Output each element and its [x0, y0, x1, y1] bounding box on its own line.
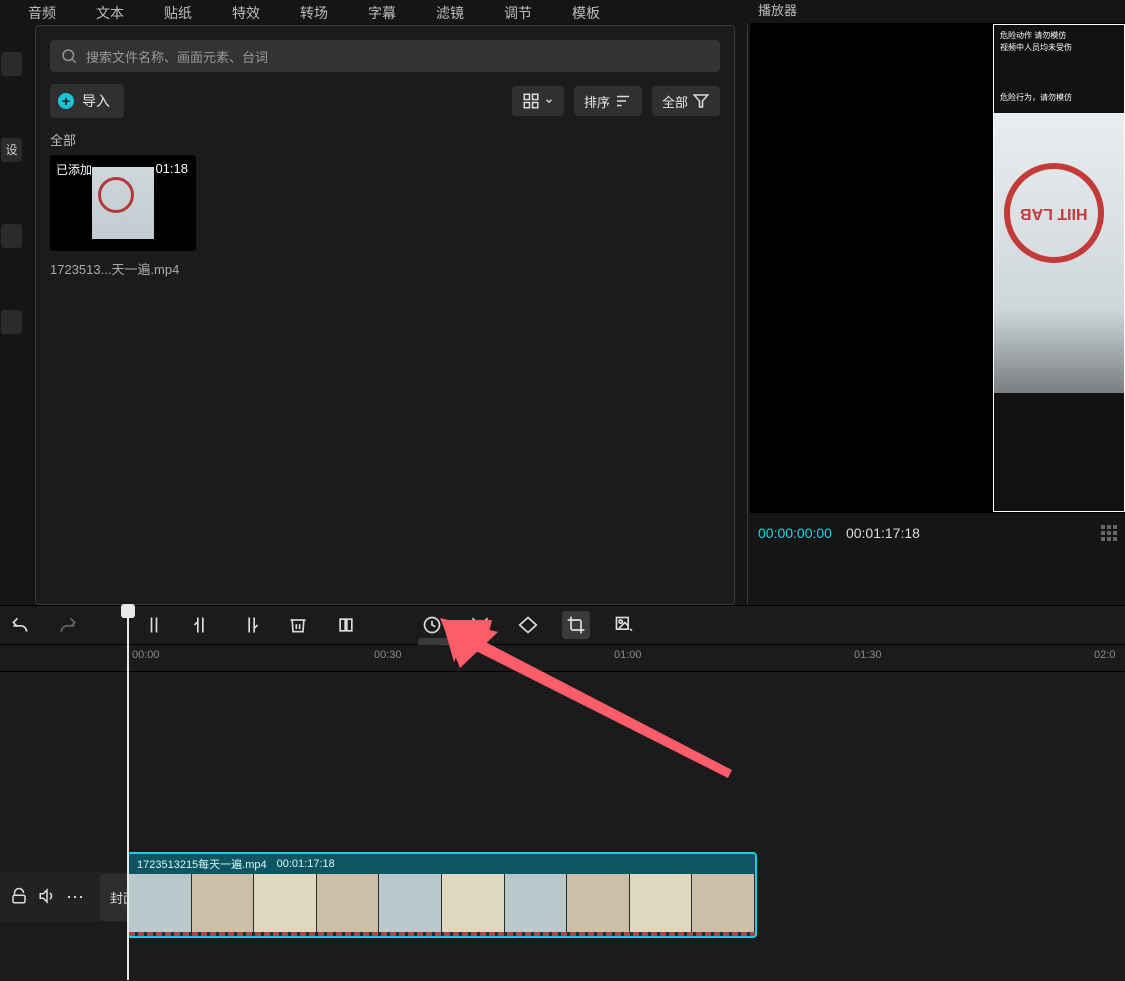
side-chip-4[interactable] — [1, 310, 22, 334]
search-input[interactable]: 搜索文件名称、画面元素、台词 — [50, 40, 720, 72]
media-clip[interactable]: 已添加 01:18 1723513...天一遍.mp4 — [50, 155, 196, 278]
media-section-label: 全部 — [50, 130, 720, 149]
search-placeholder: 搜索文件名称、画面元素、台词 — [86, 47, 268, 66]
timeline-clip[interactable]: 1723513215每天一遍.mp4 00:01:17:18 — [127, 852, 757, 938]
mirror-button[interactable] — [466, 611, 494, 639]
mute-toggle[interactable] — [38, 887, 56, 908]
speed-button[interactable] — [418, 611, 446, 639]
preview-stage[interactable]: 危险动作 请勿模仿 视频中人员均未受伤 危险行为，请勿模仿 HIIT LAB — [750, 23, 1125, 513]
timeline-clip-name: 1723513215每天一遍.mp4 — [137, 856, 267, 872]
track-area[interactable]: ⋯ 封面 1723513215每天一遍.mp4 00:01:17:18 — [0, 671, 1125, 981]
sort-button[interactable]: 排序 — [574, 86, 642, 116]
import-label: 导入 — [82, 91, 110, 111]
tab-text[interactable]: 文本 — [76, 3, 144, 23]
filter-icon — [692, 92, 710, 110]
timeline-ruler[interactable]: 00:00 00:30 01:00 01:30 02:0 — [0, 645, 1125, 671]
preview-canvas: 危险动作 请勿模仿 视频中人员均未受伤 危险行为，请勿模仿 HIIT LAB — [993, 24, 1125, 512]
filter-button[interactable]: 全部 — [652, 86, 720, 116]
timeline-toolbar: 调整大小 — [0, 605, 1125, 645]
tab-sticker[interactable]: 贴纸 — [144, 3, 212, 23]
lock-icon — [10, 887, 28, 905]
tab-subtitle[interactable]: 字幕 — [348, 3, 416, 23]
delete-button[interactable] — [284, 611, 312, 639]
undo-icon — [10, 615, 30, 635]
compare-grid-icon[interactable] — [1101, 525, 1117, 541]
playhead[interactable] — [127, 604, 129, 980]
preview-warning-1: 危险动作 请勿模仿 — [994, 25, 1124, 41]
speed-icon — [422, 615, 442, 635]
preview-warning-3: 危险行为，请勿模仿 — [994, 52, 1124, 103]
delete-right-button[interactable] — [236, 611, 264, 639]
preview-logo-stamp: HIIT LAB — [1004, 163, 1104, 263]
crop-button[interactable] — [562, 611, 590, 639]
media-clip-thumb: 已添加 01:18 — [50, 155, 196, 251]
delete-right-icon — [240, 615, 260, 635]
rotate-icon — [518, 615, 538, 635]
filter-label: 全部 — [662, 92, 688, 111]
ruler-mark: 00:30 — [374, 649, 402, 661]
media-clip-badge: 已添加 — [56, 161, 92, 178]
timeline-clip-header: 1723513215每天一遍.mp4 00:01:17:18 — [129, 854, 755, 874]
ruler-mark: 02:0 — [1094, 649, 1115, 661]
ruler-mark: 01:00 — [614, 649, 642, 661]
tab-audio[interactable]: 音频 — [8, 3, 76, 23]
total-time: 00:01:17:18 — [846, 525, 920, 541]
lock-toggle[interactable] — [10, 887, 28, 908]
side-chip-1[interactable] — [1, 52, 22, 76]
search-icon — [60, 47, 78, 65]
trash-icon — [288, 615, 308, 635]
preview-title: 播放器 — [750, 0, 1125, 23]
tab-template[interactable]: 模板 — [552, 3, 620, 23]
rotate-button[interactable] — [514, 611, 542, 639]
grid-icon — [522, 92, 540, 110]
smart-tool-button[interactable] — [610, 611, 638, 639]
import-button[interactable]: + 导入 — [50, 84, 124, 118]
view-mode-button[interactable] — [512, 86, 564, 116]
timeline-clip-audio — [129, 932, 755, 938]
side-chip-2[interactable]: 设 — [1, 138, 22, 162]
timeline-clip-thumbs — [129, 874, 755, 932]
mirror-icon — [470, 615, 490, 635]
split-icon — [144, 615, 164, 635]
redo-icon — [58, 615, 78, 635]
redo-button[interactable] — [54, 611, 82, 639]
left-side-chips: 设 — [0, 25, 23, 605]
sort-label: 排序 — [584, 92, 610, 111]
media-panel: 搜索文件名称、画面元素、台词 + 导入 排序 全部 — [35, 25, 735, 605]
current-time: 00:00:00:00 — [758, 525, 832, 541]
sound-icon — [38, 887, 56, 905]
crop-icon — [566, 615, 586, 635]
image-audio-icon — [614, 615, 634, 635]
preview-timecodes: 00:00:00:00 00:01:17:18 — [750, 525, 1125, 541]
ruler-mark: 00:00 — [132, 649, 160, 661]
tab-adjust[interactable]: 调节 — [484, 3, 552, 23]
chevron-down-icon — [544, 96, 554, 106]
delete-left-button[interactable] — [188, 611, 216, 639]
tab-filter[interactable]: 滤镜 — [416, 3, 484, 23]
split-button[interactable] — [140, 611, 168, 639]
media-clip-time: 01:18 — [155, 161, 188, 176]
tab-transition[interactable]: 转场 — [280, 3, 348, 23]
media-clip-name: 1723513...天一遍.mp4 — [50, 259, 196, 278]
preview-panel: 播放器 危险动作 请勿模仿 视频中人员均未受伤 危险行为，请勿模仿 HIIT L… — [747, 25, 1125, 605]
plus-icon: + — [58, 93, 74, 109]
sort-icon — [614, 92, 632, 110]
tab-effect[interactable]: 特效 — [212, 3, 280, 23]
media-toolbar: + 导入 排序 全部 — [50, 84, 720, 118]
timeline-clip-duration: 00:01:17:18 — [277, 858, 335, 870]
freeze-icon — [336, 615, 356, 635]
freeze-button[interactable] — [332, 611, 360, 639]
more-button[interactable]: ⋯ — [66, 888, 84, 906]
side-chip-3[interactable] — [1, 224, 22, 248]
delete-left-icon — [192, 615, 212, 635]
ruler-mark: 01:30 — [854, 649, 882, 661]
preview-warning-2: 视频中人员均未受伤 — [994, 41, 1124, 53]
undo-button[interactable] — [6, 611, 34, 639]
